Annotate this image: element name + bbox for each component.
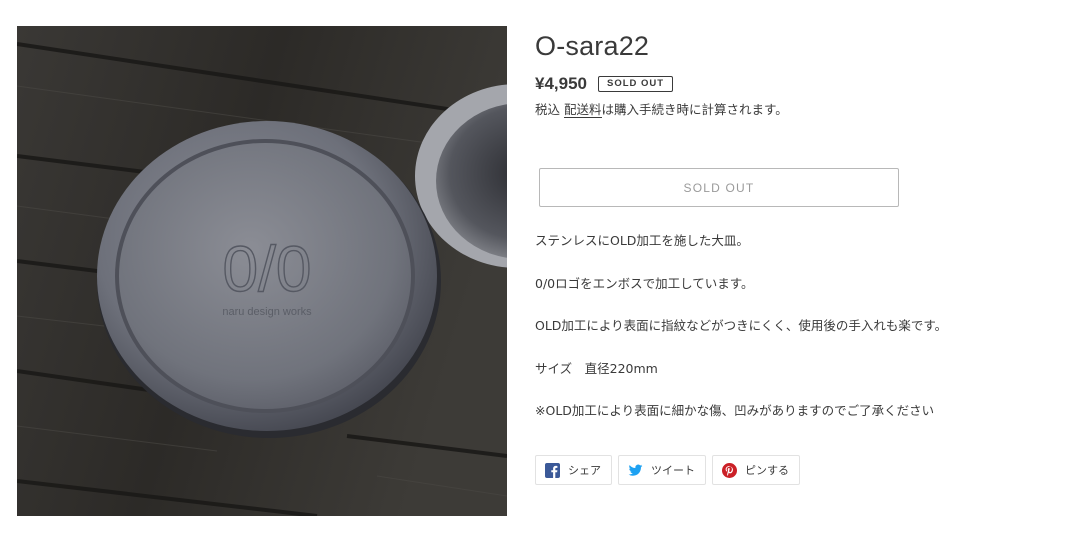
share-twitter-label: ツイート [651, 464, 695, 477]
share-facebook-label: シェア [568, 464, 601, 477]
pinterest-icon [722, 462, 737, 478]
share-twitter-button[interactable]: ツイート [618, 455, 706, 485]
product-price: ¥4,950 [535, 74, 587, 93]
description-line: OLD加工により表面に指紋などがつきにくく、使用後の手入れも楽です。 [535, 318, 948, 333]
tax-note: 税込 配送料は購入手続き時に計算されます。 [535, 101, 1055, 119]
tax-suffix: は購入手続き時に計算されます。 [601, 102, 788, 117]
tax-prefix: 税込 [535, 102, 561, 117]
share-facebook-button[interactable]: シェア [535, 455, 612, 485]
plate-emboss-logo: 0/0 [223, 233, 312, 305]
social-share: シェア ツイート ピンする [535, 455, 800, 485]
product-image[interactable]: 0/0 naru design works [17, 26, 507, 516]
shipping-policy-link[interactable]: 配送料 [564, 102, 602, 118]
twitter-icon [628, 463, 643, 478]
share-pinterest-label: ピンする [745, 464, 789, 477]
description-line: サイズ 直径220mm [535, 360, 658, 376]
product-info: O-sara22 ¥4,950 SOLD OUT 税込 配送料は購入手続き時に計… [535, 26, 1055, 485]
product-description: ステンレスにOLD加工を施した大皿。 0/0ロゴをエンボスで加工しています。 O… [535, 232, 1055, 445]
sold-out-button[interactable]: SOLD OUT [539, 168, 899, 207]
product-title: O-sara22 [535, 31, 650, 61]
price-row: ¥4,950 SOLD OUT [535, 73, 1055, 95]
sold-out-badge: SOLD OUT [598, 76, 674, 92]
description-line: ステンレスにOLD加工を施した大皿。 [535, 233, 749, 248]
plate-emboss-text: naru design works [222, 306, 312, 318]
description-line: ※OLD加工により表面に細かな傷、凹みがありますのでご了承ください [535, 403, 935, 418]
description-line: 0/0ロゴをエンボスで加工しています。 [535, 275, 754, 291]
share-pinterest-button[interactable]: ピンする [712, 455, 800, 485]
facebook-icon [545, 462, 560, 478]
